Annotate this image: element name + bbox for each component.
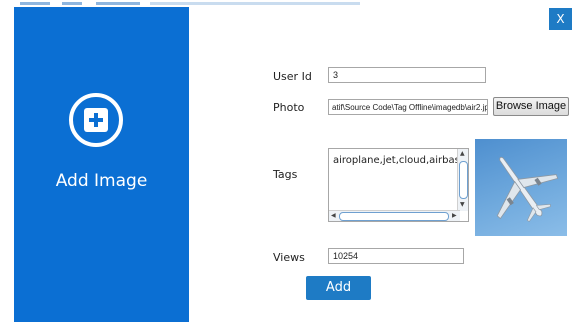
plus-bar-vertical	[94, 113, 98, 127]
tags-text: airoplane,jet,cloud,airbase	[333, 155, 466, 166]
views-label: Views	[273, 251, 305, 264]
scroll-up-arrow-icon[interactable]: ▲	[460, 151, 465, 157]
title-bar-segment	[20, 2, 50, 5]
browse-image-button[interactable]: Browse Image	[493, 97, 569, 116]
tags-horizontal-scrollbar[interactable]: ◀ ▶	[329, 210, 460, 221]
photo-path-input[interactable]: atif\Source Code\Tag Offline\imagedb\air…	[328, 99, 488, 115]
airplane-icon	[496, 156, 559, 222]
tags-label: Tags	[273, 168, 298, 181]
scroll-down-arrow-icon[interactable]: ▼	[460, 202, 465, 208]
close-button[interactable]: X	[549, 8, 572, 30]
tags-vertical-scrollbar[interactable]: ▲ ▼	[457, 149, 468, 211]
panel-title: Add Image	[55, 171, 148, 191]
horizontal-scroll-thumb[interactable]	[339, 212, 449, 221]
user-id-label: User Id	[273, 70, 312, 83]
add-image-panel: Add Image	[14, 7, 189, 322]
scroll-right-arrow-icon[interactable]: ▶	[452, 213, 457, 219]
title-bar-segment	[96, 2, 140, 5]
tags-textarea[interactable]: airoplane,jet,cloud,airbase ▲ ▼ ◀ ▶	[328, 148, 469, 222]
title-bar-strip	[0, 0, 572, 7]
add-square-icon	[84, 108, 108, 132]
title-bar-segment	[150, 2, 360, 5]
user-id-input[interactable]: 3	[328, 67, 486, 83]
window-left-edge	[0, 0, 14, 322]
title-bar-segment	[62, 2, 82, 5]
add-button[interactable]: Add	[306, 276, 371, 300]
views-input[interactable]: 10254	[328, 248, 464, 264]
plus-square-circle-icon	[69, 93, 123, 147]
image-preview	[475, 139, 567, 236]
photo-label: Photo	[273, 101, 305, 114]
scroll-left-arrow-icon[interactable]: ◀	[331, 213, 336, 219]
vertical-scroll-thumb[interactable]	[459, 161, 468, 199]
